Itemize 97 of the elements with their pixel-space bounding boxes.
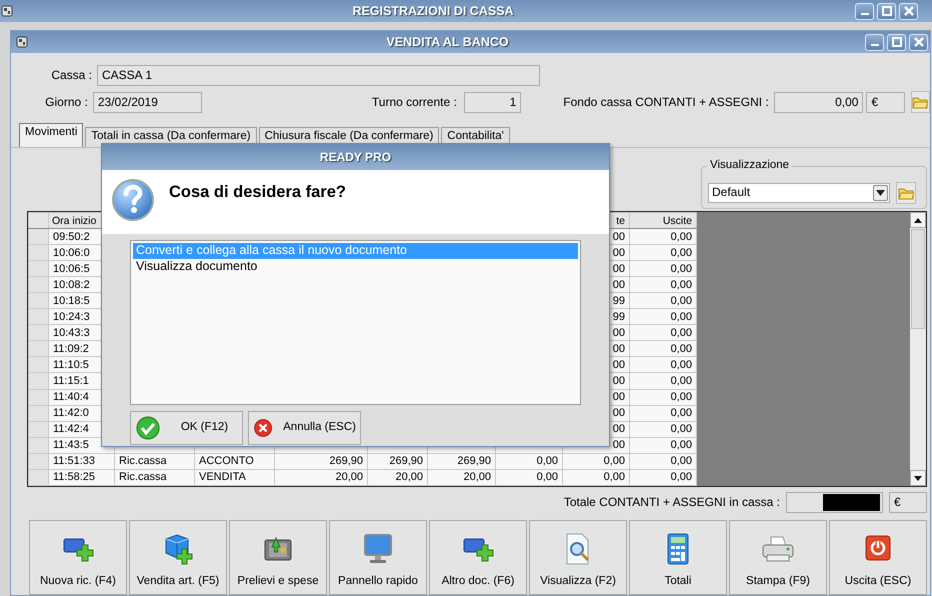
- maximize-icon[interactable]: [890, 35, 904, 49]
- table-cell: 0,00: [630, 228, 696, 245]
- folder-icon[interactable]: [898, 186, 914, 200]
- field-label: Totale CONTANTI + ASSEGNI in cassa :: [564, 494, 780, 510]
- up-arrow-icon: [914, 218, 922, 222]
- toolbar-button[interactable]: Uscita (ESC): [829, 520, 927, 595]
- text-field[interactable]: CASSA 1: [97, 64, 540, 86]
- toolbar-button[interactable]: Prelievi e spese: [229, 520, 327, 595]
- dropdown[interactable]: Default: [708, 182, 890, 202]
- column-header[interactable]: Uscite: [630, 212, 696, 229]
- scroll-down-button[interactable]: [910, 470, 926, 486]
- amount-field[interactable]: 0,00: [774, 92, 864, 112]
- table-cell: 0,00: [630, 340, 696, 357]
- amount-field[interactable]: [786, 492, 883, 512]
- table-cell: 20,00: [368, 469, 428, 486]
- row-header[interactable]: [28, 405, 48, 422]
- table-cell: ACCONTO: [194, 453, 274, 470]
- table-cell: 20,00: [428, 469, 496, 486]
- currency-field: €: [889, 492, 927, 512]
- dropdown-value: Default: [712, 185, 750, 200]
- table-cell: 0,00: [562, 453, 630, 470]
- toolbar-button[interactable]: Vendita art. (F5): [129, 520, 227, 595]
- scroll-up-button[interactable]: [910, 212, 926, 228]
- table-cell: 0,00: [630, 292, 696, 309]
- ok-button[interactable]: OK (F12): [130, 411, 243, 445]
- table-cell: Ric.cassa: [114, 469, 194, 486]
- table-cell: 0,00: [630, 356, 696, 373]
- close-icon[interactable]: [902, 4, 916, 18]
- table-cell: 0,00: [630, 244, 696, 261]
- table-cell: 20,00: [274, 469, 368, 486]
- toolbar-button[interactable]: Altro doc. (F6): [429, 520, 527, 595]
- table-cell: 0,00: [630, 405, 696, 422]
- table-cell: 11:58:25: [48, 469, 114, 486]
- question-icon: [111, 178, 155, 222]
- app-icon: [0, 4, 14, 18]
- table-cell: 269,90: [274, 453, 368, 470]
- table-cell: 0,00: [630, 437, 696, 454]
- folder-icon[interactable]: [912, 95, 928, 109]
- toolbar-button[interactable]: Visualizza (F2): [529, 520, 627, 595]
- check-icon: [135, 415, 161, 441]
- row-header[interactable]: [28, 356, 48, 373]
- row-header[interactable]: [28, 372, 48, 390]
- table-cell: VENDITA: [194, 469, 274, 486]
- field-label: Cassa :: [50, 68, 92, 82]
- app-icon: [15, 35, 29, 50]
- row-header[interactable]: [28, 276, 48, 293]
- field-label: Fondo cassa CONTANTI + ASSEGNI :: [563, 94, 769, 110]
- table-cell: 269,90: [428, 453, 496, 470]
- table-cell: 0,00: [496, 469, 562, 486]
- text-field[interactable]: 1: [464, 92, 522, 112]
- currency-field: €: [866, 92, 905, 112]
- dialog-title: READY PRO: [102, 144, 609, 170]
- scrollbar-thumb[interactable]: [911, 229, 925, 329]
- toolbar-button[interactable]: Totali: [629, 520, 727, 595]
- row-header[interactable]: [28, 340, 48, 357]
- table-cell: 0,00: [630, 389, 696, 406]
- table-cell: 0,00: [630, 276, 696, 293]
- table-cell: 0,00: [630, 421, 696, 438]
- redaction-block: [823, 494, 880, 510]
- down-arrow-icon: [914, 476, 922, 480]
- row-header[interactable]: [28, 469, 48, 486]
- row-header[interactable]: [28, 260, 48, 277]
- table-cell: Ric.cassa: [114, 453, 194, 470]
- table-cell: 0,00: [630, 324, 696, 341]
- row-header[interactable]: [28, 228, 48, 245]
- table-cell: 269,90: [368, 453, 428, 470]
- row-header[interactable]: [28, 389, 48, 406]
- table-cell: 0,00: [630, 372, 696, 390]
- row-header[interactable]: [28, 244, 48, 261]
- field-label: Turno corrente :: [370, 94, 457, 110]
- table-cell: 0,00: [630, 308, 696, 325]
- table-cell: 0,00: [630, 469, 696, 486]
- row-header[interactable]: [28, 437, 48, 454]
- tab[interactable]: Movimenti: [19, 123, 84, 147]
- window-title: REGISTRAZIONI DI CASSA: [351, 4, 515, 18]
- maximize-icon[interactable]: [880, 4, 894, 18]
- toolbar-button[interactable]: Nuova ric. (F4): [29, 520, 127, 595]
- toolbar-button[interactable]: Pannello rapido: [329, 520, 427, 595]
- row-header[interactable]: [28, 421, 48, 438]
- scrollbar[interactable]: [910, 212, 926, 486]
- row-header[interactable]: [28, 292, 48, 309]
- table-cell: 11:51:33: [48, 453, 114, 470]
- cancel-button[interactable]: Annulla (ESC): [248, 411, 361, 445]
- caret-icon[interactable]: [876, 190, 885, 196]
- table-cell: 0,00: [630, 453, 696, 470]
- row-header[interactable]: [28, 324, 48, 341]
- row-header[interactable]: [28, 308, 48, 325]
- table-cell: 0,00: [630, 260, 696, 277]
- window-title: VENDITA AL BANCO: [385, 34, 510, 50]
- date-field[interactable]: 23/02/2019: [92, 92, 202, 112]
- row-header[interactable]: [28, 453, 48, 470]
- table-cell: 0,00: [496, 453, 562, 470]
- dialog-question: Cosa di desidera fare?: [169, 183, 346, 203]
- close-icon[interactable]: [912, 35, 926, 49]
- field-label: Giorno :: [44, 94, 88, 110]
- table-cell: 0,00: [562, 469, 630, 486]
- toolbar-button[interactable]: Stampa (F9): [729, 520, 827, 595]
